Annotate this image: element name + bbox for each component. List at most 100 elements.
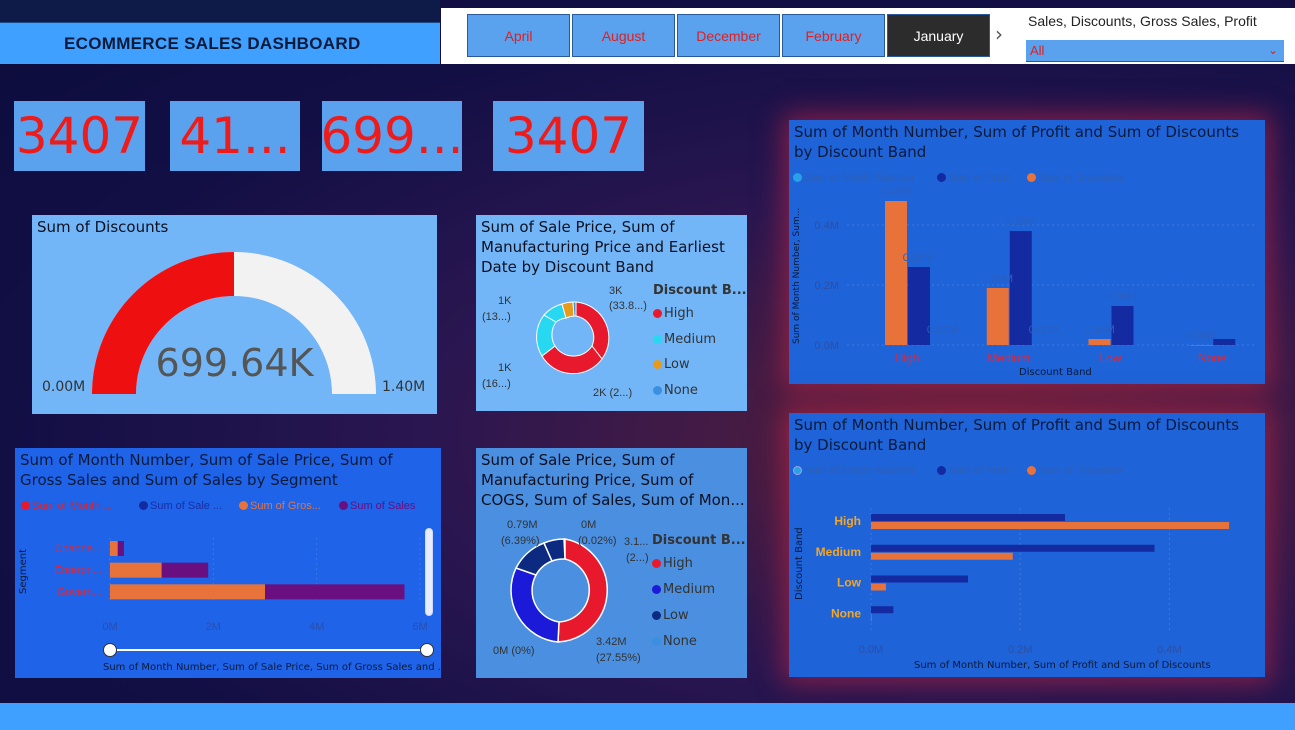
month-tab-august[interactable]: August — [572, 14, 675, 57]
kpi-card-3: 699... — [322, 101, 462, 171]
donut2-legend-medium[interactable]: Medium — [652, 582, 715, 597]
legend-dot-icon — [652, 637, 661, 646]
col-data-label: 0.00M — [927, 324, 958, 336]
seg-bar — [265, 584, 405, 600]
col-data-label: 0.00M — [1029, 324, 1060, 336]
bar-chart-panel: Sum of Month Number, Sum of Profit and S… — [789, 413, 1265, 677]
segment-bar-panel: Sum of Month Number, Sum of Sale Price, … — [15, 448, 447, 678]
donut2-legend-low[interactable]: Low — [652, 608, 689, 623]
donut2-legend-high[interactable]: High — [652, 556, 693, 571]
seg-x-axis-title: Sum of Month Number, Sum of Sale Price, … — [103, 662, 448, 673]
donut2-label-d1: 0M (0%) — [493, 645, 535, 657]
filter-value: All — [1030, 43, 1045, 58]
donut1-legend-low[interactable]: Low — [653, 357, 690, 372]
donut1-legend-high[interactable]: High — [653, 306, 694, 321]
filter-label: Sales, Discounts, Gross Sales, Profit — [1028, 13, 1257, 29]
donut1-label-a2: (33.8...) — [609, 300, 647, 312]
seg-bar — [110, 562, 162, 578]
donut1-label-a1: 3K — [609, 285, 623, 297]
donut2-legend-title: Discount B... — [652, 533, 746, 548]
kpi-card-4: 3407 — [493, 101, 644, 171]
seg-y-tick: Govern... — [57, 586, 102, 598]
seg-x-tick: 0M — [102, 621, 117, 633]
col-data-label: 0.14M — [1084, 324, 1115, 336]
donut2-label-c2: (2...) — [626, 552, 649, 564]
bar-x-axis-title: Sum of Month Number, Sum of Profit and S… — [914, 660, 1211, 671]
col-bar — [1111, 306, 1134, 345]
donut1-legend-medium[interactable]: Medium — [653, 332, 716, 347]
donut1-label-b1: 1K — [498, 295, 512, 307]
donut1-legend-none[interactable]: None — [653, 383, 698, 398]
col-bar — [1213, 339, 1236, 345]
col-data-label: 0.26M — [903, 252, 934, 264]
col-x-axis-title: Discount Band — [1019, 367, 1092, 378]
seg-y-tick: Channe... — [54, 543, 102, 555]
seg-x-tick: 2M — [206, 621, 221, 633]
bar-x-tick: 0.2M — [1008, 644, 1032, 656]
seg-y-tick: Enterpri... — [54, 565, 102, 577]
bar-y-tick: Medium — [816, 545, 861, 559]
seg-bar — [117, 541, 124, 556]
legend-dot-icon — [653, 309, 662, 318]
bar-x-tick: 0.0M — [859, 644, 883, 656]
bar-profit — [871, 544, 1155, 552]
col-data-label: 0.38M — [982, 273, 1013, 285]
col-data-label: 0.19M — [1004, 216, 1035, 228]
horizontal-range-slider[interactable] — [110, 649, 428, 651]
chevron-right-icon[interactable]: › — [995, 22, 1003, 46]
col-x-tick: Low — [1099, 351, 1121, 365]
seg-bar — [161, 562, 209, 578]
donut-panel-1: Sum of Sale Price, Sum of Manufacturing … — [476, 215, 747, 411]
header-top-strip — [0, 0, 440, 22]
gauge-min-label: 0.00M — [42, 379, 86, 395]
col-y-tick: 0.0M — [815, 340, 839, 352]
bar-profit — [871, 575, 968, 583]
legend-dot-icon — [653, 386, 662, 395]
footer-bar — [0, 703, 1295, 730]
donut1-label-b2: (13...) — [482, 311, 511, 323]
legend-dot-icon — [652, 585, 661, 594]
bar-y-tick: Low — [837, 576, 862, 590]
filter-dropdown[interactable]: All ⌄ — [1026, 40, 1284, 62]
donut1-chart — [536, 301, 610, 375]
donut2-label-b2: (0.02%) — [578, 535, 617, 547]
donut1-label-c1: 1K — [498, 362, 512, 374]
col-data-label: 0.48M — [881, 186, 912, 198]
dashboard-header: ECOMMERCE SALES DASHBOARD — [0, 22, 440, 64]
donut2-legend-none[interactable]: None — [652, 634, 697, 649]
measure-filter: Sales, Discounts, Gross Sales, Profit Al… — [1015, 8, 1295, 64]
legend-dot-icon — [652, 559, 661, 568]
range-slider-handle-right[interactable] — [420, 643, 434, 657]
bar-discounts — [871, 522, 1230, 529]
bar-discounts — [871, 614, 872, 622]
gauge-panel: Sum of Discounts 699.64K 0.00M 1.40M — [32, 215, 437, 414]
month-tab-february[interactable]: February — [782, 14, 885, 57]
kpi-card-2: 41... — [170, 101, 300, 171]
month-tab-april[interactable]: April — [467, 14, 570, 57]
col-bar — [885, 201, 907, 345]
column-chart: 0.0M 0.2M 0.4M High 0.48M 0.26M 0.00M Medium 0.3… — [815, 186, 1254, 365]
col-x-tick: Medium — [987, 351, 1030, 365]
col-data-label: 0.00M — [1106, 291, 1137, 303]
bar-profit — [871, 606, 894, 614]
col-bar — [1190, 345, 1213, 346]
donut1-slice-none — [572, 301, 577, 317]
bar-discounts — [871, 552, 1013, 560]
seg-bar — [110, 584, 265, 600]
range-slider-handle-left[interactable] — [103, 643, 117, 657]
column-chart-panel: Sum of Month Number, Sum of Profit and S… — [789, 120, 1265, 384]
gauge-value: 699.64K — [155, 341, 314, 385]
seg-bar — [110, 541, 118, 556]
donut2-label-a2: (6.39%) — [501, 535, 540, 547]
donut2-label-b1: 0M — [581, 519, 597, 531]
vertical-scrollbar[interactable] — [425, 528, 433, 616]
donut2-slice-medium — [510, 567, 560, 643]
kpi-card-1: 3407 — [14, 101, 145, 171]
bar-discounts — [871, 583, 886, 591]
month-tab-january[interactable]: January — [887, 14, 990, 57]
donut-panel-2: Sum of Sale Price, Sum of Manufacturing … — [476, 448, 747, 678]
segment-bar-chart: 0M 2M 4M 6M Channe... Enterpri... Govern... — [54, 538, 428, 633]
col-bar — [986, 288, 1009, 345]
month-tab-december[interactable]: December — [677, 14, 780, 57]
legend-dot-icon — [653, 335, 662, 344]
